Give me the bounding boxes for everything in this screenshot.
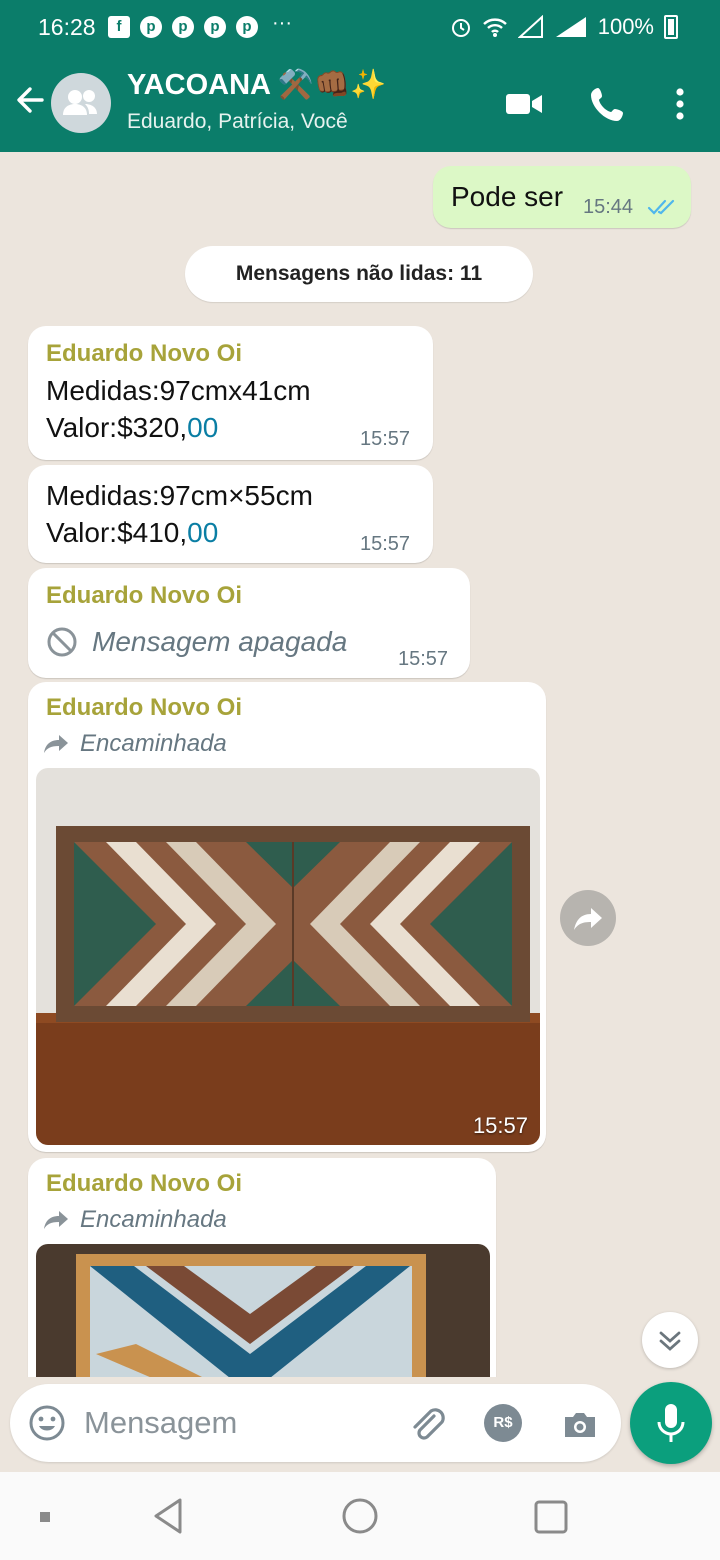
message-line: Medidas:97cmx41cm (46, 375, 311, 406)
price-text: Valor:$320, (46, 412, 188, 443)
message-time: 15:44 (583, 196, 634, 218)
incoming-message[interactable]: Eduardo Novo Oi Medidas:97cmx41cm Valor:… (28, 326, 433, 460)
chat-header: YACOANA ⚒️👊🏾✨ Eduardo, Patrícia, Você (0, 56, 720, 152)
message-line-price: Valor:$320,00 (46, 409, 311, 446)
emoji-icon[interactable] (28, 1404, 66, 1442)
message-time: 15:57 (472, 1113, 528, 1138)
message-composer: R$ (10, 1384, 621, 1462)
more-notifications-indicator: ··· (272, 12, 292, 34)
forward-arrow-icon (44, 1211, 68, 1229)
incoming-message[interactable]: Medidas:97cm×55cm Valor:$410,00 15:57 (28, 465, 433, 563)
pinterest-icon: p (204, 16, 226, 38)
group-icon (63, 90, 97, 115)
photo (36, 768, 540, 1145)
forwarded-text: Encaminhada (80, 730, 227, 757)
back-arrow-icon[interactable] (12, 82, 48, 118)
status-right: 100% (450, 14, 678, 40)
back-triangle-icon[interactable] (150, 1496, 186, 1536)
group-avatar[interactable] (51, 73, 111, 133)
message-line: Medidas:97cm×55cm (46, 480, 313, 511)
message-time: 15:57 (360, 533, 411, 555)
alarm-icon (451, 19, 470, 37)
photo (36, 1244, 490, 1377)
more-options-icon[interactable] (660, 84, 700, 124)
forward-media-button[interactable] (560, 890, 616, 946)
scroll-to-bottom-button[interactable] (642, 1312, 698, 1368)
image-message[interactable]: Eduardo Novo Oi Encaminhada (28, 682, 546, 1152)
sender-name[interactable]: Eduardo Novo Oi (46, 340, 242, 368)
price-cents-link[interactable]: 00 (187, 517, 218, 548)
forwarded-text: Encaminhada (80, 1206, 227, 1233)
signal-icon (517, 15, 543, 38)
message-text: Medidas:97cm×55cm Valor:$410,00 (46, 477, 313, 551)
chat-area[interactable]: Pode ser 15:44 Mensagens não lidas: 11 E… (0, 152, 720, 1377)
voice-message-button[interactable] (630, 1382, 712, 1464)
deleted-message[interactable]: Eduardo Novo Oi Mensagem apagada 15:57 (28, 568, 470, 678)
message-time: 15:57 (360, 428, 411, 450)
deleted-notice: Mensagem apagada (46, 626, 347, 658)
pinterest-icon: p (236, 16, 258, 38)
forwarded-label: Encaminhada (42, 730, 227, 758)
forward-arrow-icon (44, 735, 68, 753)
sender-name[interactable]: Eduardo Novo Oi (46, 694, 242, 722)
signal-icon-2 (555, 17, 586, 37)
image-message[interactable]: Eduardo Novo Oi Encaminhada (28, 1158, 496, 1377)
chat-title[interactable]: YACOANA ⚒️👊🏾✨ (127, 68, 386, 102)
pinterest-icon: p (172, 16, 194, 38)
chat-participants[interactable]: Eduardo, Patrícia, Você (127, 110, 348, 134)
double-chevron-down-icon (659, 1331, 681, 1351)
overview-square-icon[interactable] (532, 1498, 570, 1536)
unread-messages-banner: Mensagens não lidas: 11 (185, 246, 533, 302)
message-text: Medidas:97cmx41cm Valor:$320,00 (46, 372, 311, 446)
attach-icon[interactable] (406, 1404, 446, 1444)
forwarded-label: Encaminhada (42, 1206, 227, 1234)
message-time: 15:57 (398, 648, 449, 670)
message-line-price: Valor:$410,00 (46, 514, 313, 551)
status-time: 16:28 (38, 14, 96, 40)
battery-icon (664, 15, 678, 39)
system-navigation-bar (0, 1472, 720, 1560)
double-check-read-icon (647, 199, 675, 215)
home-circle-icon[interactable] (340, 1496, 380, 1536)
share-arrow-icon (574, 908, 602, 930)
blocked-icon (47, 627, 77, 657)
top-bar: 16:28 f p p p p ··· 100% YACOANA ⚒️👊🏾✨ E… (0, 0, 720, 152)
pinterest-icon: p (140, 16, 162, 38)
message-text: Pode ser (451, 181, 564, 212)
battery-percent: 100% (597, 14, 654, 39)
notification-icons: f p p p p (108, 16, 258, 38)
voice-call-icon[interactable] (588, 84, 628, 124)
message-input[interactable] (84, 1398, 384, 1448)
deleted-text: Mensagem apagada (92, 626, 348, 657)
price-text: Valor:$410, (46, 517, 188, 548)
sender-name[interactable]: Eduardo Novo Oi (46, 1170, 242, 1198)
outgoing-message[interactable]: Pode ser 15:44 (433, 166, 691, 228)
facebook-icon: f (108, 16, 130, 38)
recents-dot-icon[interactable] (38, 1510, 52, 1524)
photo-wood-wall-art-2[interactable] (36, 1244, 490, 1377)
status-bar: 16:28 f p p p p ··· 100% (0, 0, 720, 56)
microphone-icon (657, 1404, 685, 1442)
video-call-icon[interactable] (504, 84, 544, 124)
price-cents-link[interactable]: 00 (187, 412, 218, 443)
payment-button[interactable]: R$ (484, 1404, 522, 1442)
sender-name[interactable]: Eduardo Novo Oi (46, 582, 242, 610)
photo-wood-wall-art[interactable]: 15:57 (36, 768, 540, 1145)
camera-icon[interactable] (560, 1404, 600, 1444)
wifi-icon (482, 18, 507, 37)
